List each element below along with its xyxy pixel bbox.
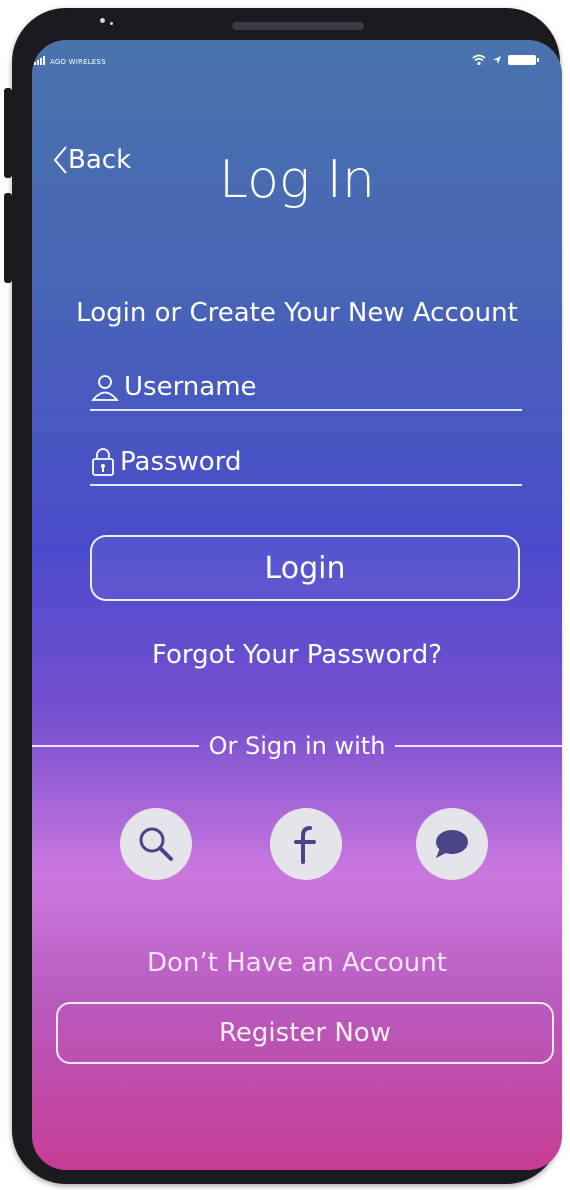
forgot-password-link[interactable]: Forgot Your Password?	[32, 640, 562, 670]
carrier-label: AGO WIRELESS	[50, 58, 106, 66]
page-title: Log In	[219, 150, 375, 210]
sign-in-divider: Or Sign in with	[32, 732, 562, 760]
front-camera	[100, 18, 105, 23]
wifi-icon	[472, 54, 486, 66]
divider-line-right	[395, 745, 562, 747]
divider-line-left	[32, 745, 199, 747]
status-bar: AGO WIRELESS	[34, 54, 548, 74]
divider-label: Or Sign in with	[208, 732, 386, 760]
username-field	[90, 365, 522, 411]
phone-frame: AGO WIRELESS Back Log In Login or Create…	[4, 8, 562, 1184]
register-button[interactable]: Register Now	[56, 1002, 554, 1064]
sensor	[110, 22, 113, 25]
chat-icon	[436, 830, 468, 858]
power-button	[4, 193, 12, 283]
facebook-sign-in-button[interactable]	[270, 808, 342, 880]
password-field	[90, 440, 522, 486]
login-label: Login	[264, 550, 346, 586]
subtitle: Login or Create Your New Account	[76, 298, 518, 328]
battery-icon	[508, 55, 539, 65]
speaker-grille	[232, 22, 364, 30]
signal-icon	[34, 56, 45, 65]
user-icon	[91, 375, 119, 401]
login-button[interactable]: Login	[90, 535, 520, 601]
volume-button	[4, 88, 12, 178]
search-sign-in-button[interactable]	[120, 808, 192, 880]
search-icon	[139, 827, 173, 861]
facebook-icon	[294, 826, 316, 864]
screen: AGO WIRELESS Back Log In Login or Create…	[32, 40, 562, 1170]
no-account-prompt: Don’t Have an Account	[147, 948, 447, 978]
register-label: Register Now	[219, 1018, 391, 1048]
chat-sign-in-button[interactable]	[416, 808, 488, 880]
location-icon	[493, 56, 501, 64]
username-input[interactable]	[120, 372, 504, 402]
lock-icon	[92, 448, 114, 476]
password-input[interactable]	[116, 447, 500, 477]
